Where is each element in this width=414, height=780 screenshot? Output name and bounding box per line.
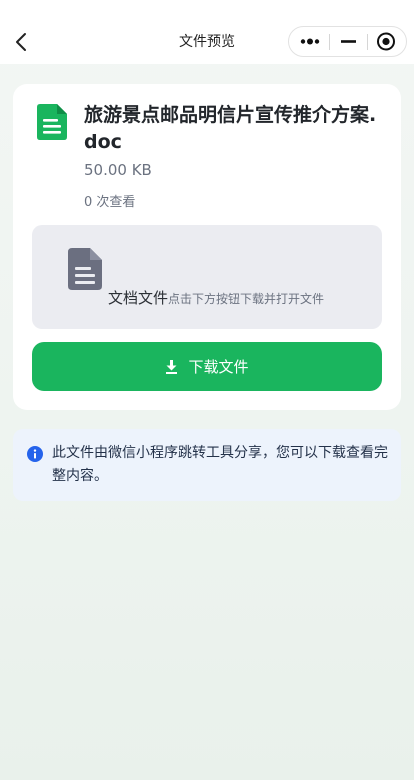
more-button[interactable] — [289, 27, 329, 56]
share-notice: 此文件由微信小程序跳转工具分享，您可以下载查看完整内容。 — [13, 429, 401, 501]
info-icon — [27, 446, 43, 462]
more-dots-icon — [300, 38, 320, 45]
notice-text: 此文件由微信小程序跳转工具分享，您可以下载查看完整内容。 — [52, 445, 388, 484]
document-icon — [68, 248, 102, 290]
file-preview-placeholder: 文档文件点击下方按钮下载并打开文件 — [32, 225, 382, 329]
file-name: 旅游景点邮品明信片宣传推介方案.doc — [84, 104, 377, 153]
document-icon — [37, 104, 67, 140]
file-card: 旅游景点邮品明信片宣传推介方案.doc 50.00 KB 0 次查看 文档文件点… — [13, 84, 401, 410]
download-button-label: 下载文件 — [188, 358, 249, 376]
download-button[interactable]: 下载文件 — [32, 342, 382, 391]
preview-caption: 文档文件点击下方按钮下载并打开文件 — [108, 287, 324, 308]
minus-icon — [341, 40, 356, 43]
close-button[interactable] — [368, 27, 406, 56]
target-circle-icon — [377, 32, 395, 51]
mini-program-capsule — [288, 26, 407, 57]
file-type-label: 文档文件 — [108, 289, 169, 307]
minimize-button[interactable] — [330, 27, 367, 56]
download-hint: 点击下方按钮下载并打开文件 — [168, 292, 325, 306]
navigation-bar: 文件预览 — [0, 0, 414, 64]
file-size: 50.00 KB — [84, 161, 152, 179]
download-icon — [166, 359, 178, 374]
view-count: 0 次查看 — [84, 195, 136, 210]
